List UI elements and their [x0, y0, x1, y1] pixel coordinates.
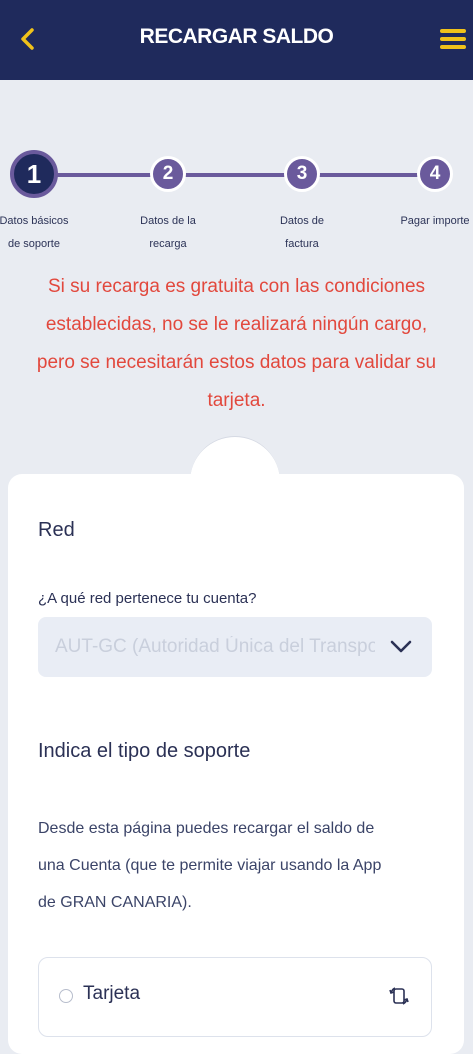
progress-stepper: 1 2 3 4 Datos básicos de soporte Datos d… — [0, 140, 473, 260]
step-2-label: Datos de la recarga — [118, 210, 218, 256]
support-description-line3: de GRAN CANARIA). — [38, 894, 192, 911]
notice-line-4: tarjeta. — [207, 390, 266, 411]
step-1-label: Datos básicos de soporte — [0, 210, 84, 256]
support-description: Desde esta página puedes recargar el sal… — [38, 810, 438, 921]
card-sync-icon — [389, 987, 409, 1005]
step-1-label-line1: Datos básicos — [0, 215, 69, 227]
step-3-number: 3 — [296, 163, 308, 184]
support-section-title: Indica el tipo de soporte — [38, 740, 251, 762]
step-3-label-line2: factura — [285, 238, 319, 250]
step-2-label-line2: recarga — [149, 238, 187, 250]
step-3-label-line1: Datos de — [279, 215, 325, 227]
support-description-line1: Desde esta página puedes recargar el sal… — [38, 820, 375, 837]
step-1-label-line2: de soporte — [8, 238, 60, 250]
step-2-number: 2 — [162, 163, 174, 184]
chevron-down-icon — [390, 640, 412, 653]
step-3-label: Datos de factura — [252, 210, 352, 256]
form-card: Red ¿A qué red pertenece tu cuenta? AUT-… — [8, 474, 464, 1054]
support-option-label: Tarjeta — [83, 983, 141, 1004]
network-section-title: Red — [38, 519, 75, 541]
network-select-value: AUT-GC (Autoridad Única del Transporte d… — [55, 636, 375, 657]
radio-button[interactable] — [59, 989, 73, 1003]
step-1-number: 1 — [26, 158, 42, 189]
step-4-number: 4 — [429, 163, 441, 184]
support-description-line2: una Cuenta (que te permite viajar usando… — [38, 857, 382, 874]
app-header: RECARGAR SALDO — [0, 0, 473, 80]
support-option-tarjeta[interactable]: Tarjeta — [38, 957, 432, 1037]
page-title: RECARGAR SALDO — [139, 25, 334, 48]
step-4: 4 — [417, 156, 453, 192]
step-3: 3 — [284, 156, 320, 192]
step-2: 2 — [150, 156, 186, 192]
notice-line-2: establecidas, no se le realizará ningún … — [45, 314, 428, 335]
menu-button[interactable] — [436, 22, 470, 56]
network-select[interactable]: AUT-GC (Autoridad Única del Transporte d… — [38, 617, 432, 677]
step-4-label-line1: Pagar importe — [400, 215, 470, 227]
notice-line-1: Si su recarga es gratuita con las condic… — [47, 276, 426, 297]
free-recharge-notice: Si su recarga es gratuita con las condic… — [10, 268, 463, 420]
hamburger-menu-icon — [440, 29, 466, 49]
step-4-label: Pagar importe — [385, 210, 473, 233]
network-field-label: ¿A qué red pertenece tu cuenta? — [38, 590, 257, 607]
stepper-track — [40, 173, 430, 177]
notice-line-3: pero se necesitarán estos datos para val… — [36, 352, 437, 373]
step-1: 1 — [10, 150, 58, 198]
step-2-label-line1: Datos de la — [140, 215, 196, 227]
